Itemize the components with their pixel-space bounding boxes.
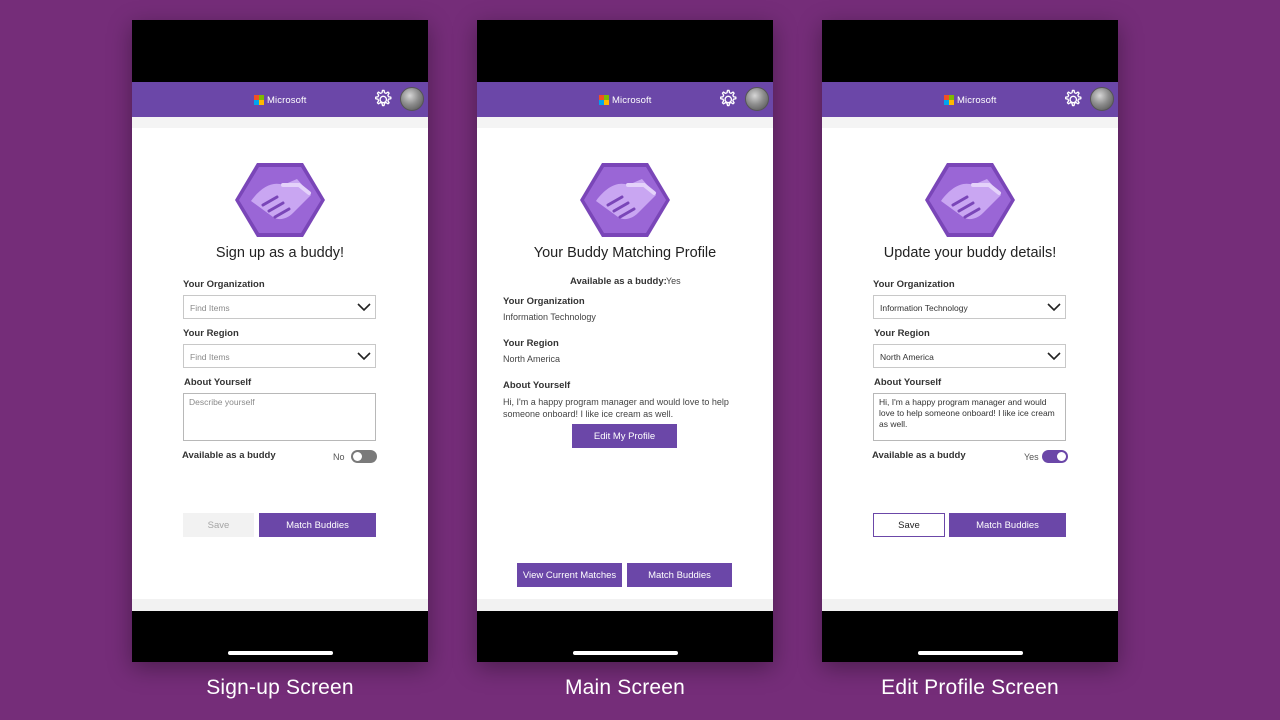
page-title: Update your buddy details! xyxy=(883,245,1057,261)
bottom-bar xyxy=(132,599,428,611)
microsoft-logo-icon xyxy=(944,95,954,105)
region-dropdown[interactable]: Find Items xyxy=(183,344,376,368)
about-label: About Yourself xyxy=(503,380,571,391)
about-value: Hi, I'm a happy program manager and woul… xyxy=(503,397,729,419)
edit-content: Update your buddy details! Your Organiza… xyxy=(822,117,1118,611)
available-toggle[interactable] xyxy=(351,450,377,463)
save-button[interactable]: Save xyxy=(873,513,945,537)
home-indicator[interactable] xyxy=(918,651,1023,655)
available-toggle[interactable] xyxy=(1042,450,1068,463)
region-label: Your Region xyxy=(874,328,930,339)
avatar[interactable] xyxy=(745,87,769,111)
main-phone: Microsoft Your Buddy Matching Profile Av… xyxy=(477,20,773,662)
region-label: Your Region xyxy=(183,328,239,339)
home-indicator[interactable] xyxy=(573,651,678,655)
region-label: Your Region xyxy=(503,338,559,349)
region-dropdown[interactable]: North America xyxy=(873,344,1066,368)
match-buddies-button[interactable]: Match Buddies xyxy=(259,513,376,537)
about-label: About Yourself xyxy=(874,377,942,388)
gear-icon[interactable] xyxy=(1061,88,1084,111)
chevron-down-icon xyxy=(357,303,371,312)
microsoft-logo: Microsoft xyxy=(944,94,996,106)
about-label: About Yourself xyxy=(184,377,252,388)
match-buddies-button[interactable]: Match Buddies xyxy=(949,513,1066,537)
about-textarea[interactable]: Describe yourself xyxy=(183,393,376,441)
app-header: Microsoft xyxy=(477,82,773,117)
organization-dropdown[interactable]: Find Items xyxy=(183,295,376,319)
avatar[interactable] xyxy=(1090,87,1114,111)
brand-name: Microsoft xyxy=(957,94,997,106)
microsoft-logo: Microsoft xyxy=(599,94,651,106)
view-matches-button[interactable]: View Current Matches xyxy=(517,563,622,587)
microsoft-logo-icon xyxy=(254,95,264,105)
organization-label: Your Organization xyxy=(183,279,265,290)
organization-value: Information Technology xyxy=(503,312,596,322)
main-caption: Main Screen xyxy=(564,676,686,699)
main-content: Your Buddy Matching Profile Available as… xyxy=(477,117,773,611)
region-placeholder: Find Items xyxy=(190,352,230,362)
chevron-down-icon xyxy=(1047,303,1061,312)
available-label: Available as a buddy xyxy=(872,450,966,461)
available-value: Yes xyxy=(1024,452,1039,462)
match-buddies-button[interactable]: Match Buddies xyxy=(627,563,732,587)
home-indicator[interactable] xyxy=(228,651,333,655)
signup-caption: Sign-up Screen xyxy=(206,676,354,699)
brand-name: Microsoft xyxy=(612,94,652,106)
gear-icon[interactable] xyxy=(371,88,394,111)
edit-profile-button[interactable]: Edit My Profile xyxy=(572,424,677,448)
signup-phone: Microsoft Sign up as a buddy! Your Organ… xyxy=(132,20,428,662)
organization-label: Your Organization xyxy=(503,296,585,307)
page-title: Sign up as a buddy! xyxy=(215,245,345,261)
available-value: No xyxy=(333,452,345,462)
page-title: Your Buddy Matching Profile xyxy=(533,245,717,261)
chevron-down-icon xyxy=(1047,352,1061,361)
save-button[interactable]: Save xyxy=(183,513,254,537)
organization-placeholder: Find Items xyxy=(190,303,230,313)
handshake-hexagon-icon xyxy=(580,163,670,237)
avatar[interactable] xyxy=(400,87,424,111)
signup-content: Sign up as a buddy! Your Organization Fi… xyxy=(132,117,428,611)
handshake-hexagon-icon xyxy=(235,163,325,237)
app-header: Microsoft xyxy=(822,82,1118,117)
region-value: North America xyxy=(880,352,934,362)
edit-phone: Microsoft Update your buddy details! You… xyxy=(822,20,1118,662)
brand-name: Microsoft xyxy=(267,94,307,106)
edit-caption: Edit Profile Screen xyxy=(881,676,1059,699)
region-value: North America xyxy=(503,354,561,364)
organization-value: Information Technology xyxy=(880,303,968,313)
chevron-down-icon xyxy=(357,352,371,361)
available-label: Available as a buddy: xyxy=(570,276,667,287)
app-header: Microsoft xyxy=(132,82,428,117)
bottom-bar xyxy=(822,599,1118,611)
about-textarea[interactable]: Hi, I'm a happy program manager and woul… xyxy=(873,393,1066,441)
organization-label: Your Organization xyxy=(873,279,955,290)
microsoft-logo: Microsoft xyxy=(254,94,306,106)
organization-dropdown[interactable]: Information Technology xyxy=(873,295,1066,319)
gear-icon[interactable] xyxy=(716,88,739,111)
microsoft-logo-icon xyxy=(599,95,609,105)
bottom-bar xyxy=(477,599,773,611)
handshake-hexagon-icon xyxy=(925,163,1015,237)
available-label: Available as a buddy xyxy=(182,450,276,461)
available-value: Yes xyxy=(666,276,681,286)
